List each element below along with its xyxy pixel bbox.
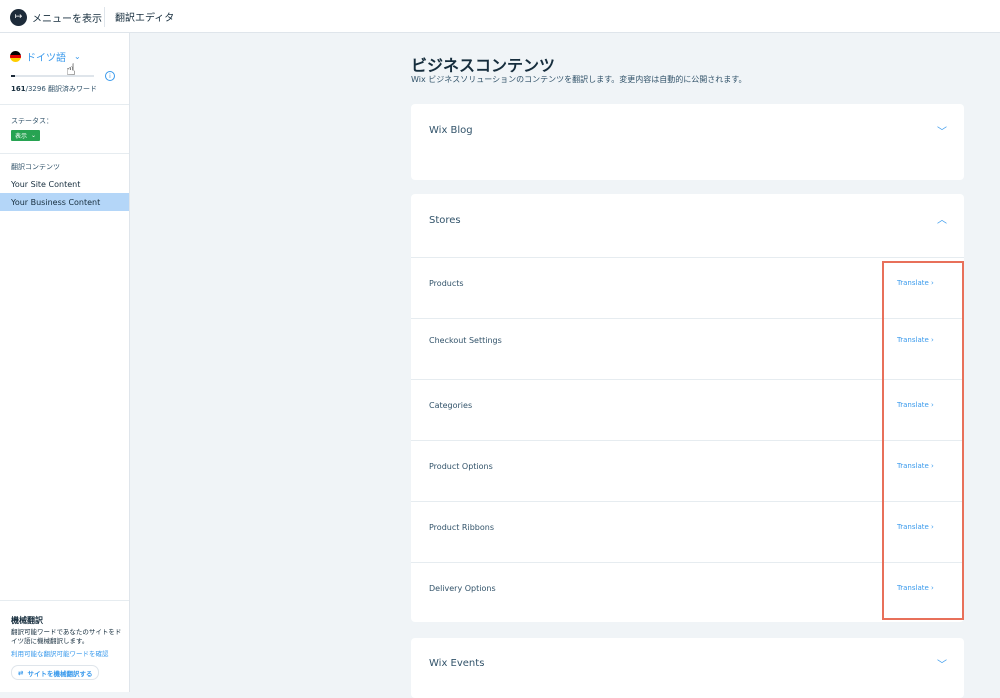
translation-progress-bar <box>11 75 94 77</box>
page-subtitle: Wix ビジネスソリューションのコンテンツを翻訳します。変更内容は自動的に公開さ… <box>411 75 747 84</box>
status-dropdown[interactable]: 表示 ⌄ <box>11 130 41 141</box>
sidebar-expand-icon: ↦ <box>10 8 27 26</box>
info-icon[interactable]: i <box>105 71 115 81</box>
show-menu-button[interactable]: ↦ メニューを表示 <box>10 8 102 26</box>
word-count-label: 翻訳済みワード <box>45 85 98 93</box>
page-title: ビジネスコンテンツ <box>411 56 556 75</box>
chevron-up-icon[interactable]: ︿ <box>937 211 947 226</box>
word-count: 161/3296 翻訳済みワード <box>11 84 97 94</box>
machine-translate-button[interactable]: ⇄ サイトを機械翻訳する <box>11 665 100 680</box>
machine-translate-button-label: サイトを機械翻訳する <box>27 669 93 678</box>
status-value: 表示 <box>15 133 28 140</box>
row-label: Checkout Settings <box>429 336 502 345</box>
translation-progress-fill <box>11 75 16 77</box>
divider <box>0 600 129 601</box>
divider <box>0 104 129 105</box>
card-title: Wix Blog <box>429 125 473 136</box>
translation-contents-label: 翻訳コンテンツ <box>11 163 60 171</box>
row-label: Product Options <box>429 462 493 471</box>
translate-icon: ⇄ <box>18 668 24 677</box>
top-bar: ↦ メニューを表示 翻訳エディタ <box>0 0 1000 33</box>
divider <box>0 153 129 154</box>
status-label: ステータス： <box>11 117 53 125</box>
row-label: Product Ribbons <box>429 523 494 532</box>
check-available-words-link[interactable]: 利用可能な翻訳可能ワードを確認 <box>11 648 109 658</box>
translated-count: 161 <box>11 85 26 93</box>
nav-item-business-content[interactable]: Your Business Content <box>0 193 129 211</box>
row-label: Categories <box>429 401 473 410</box>
editor-title: 翻訳エディタ <box>115 13 175 24</box>
row-label: Delivery Options <box>429 584 496 593</box>
germany-flag-icon <box>10 51 21 62</box>
row-label: Products <box>429 279 464 288</box>
highlight-box <box>882 261 964 620</box>
machine-translation-title: 機械翻訳 <box>11 616 43 625</box>
top-divider <box>104 7 105 27</box>
language-name: ドイツ語 <box>26 53 66 64</box>
total-count: /3296 <box>25 85 46 93</box>
sidebar: ドイツ語 ⌄ ☝ i 161/3296 翻訳済みワード ステータス： 表示 ⌄ … <box>0 33 130 692</box>
wix-events-card[interactable]: Wix Events ﹀ <box>411 638 964 698</box>
card-title: Wix Events <box>429 658 485 669</box>
chevron-down-icon[interactable]: ﹀ <box>937 656 947 671</box>
chevron-down-icon[interactable]: ﹀ <box>937 123 947 138</box>
nav-item-site-content[interactable]: Your Site Content <box>0 175 129 193</box>
machine-translation-description: 翻訳可能ワードであなたのサイトをドイツ語に機械翻訳します。 <box>11 628 122 645</box>
wix-blog-card[interactable]: Wix Blog ﹀ <box>411 104 964 180</box>
chevron-down-icon: ⌄ <box>31 132 37 139</box>
show-menu-label: メニューを表示 <box>32 13 102 25</box>
card-title: Stores <box>429 215 461 226</box>
